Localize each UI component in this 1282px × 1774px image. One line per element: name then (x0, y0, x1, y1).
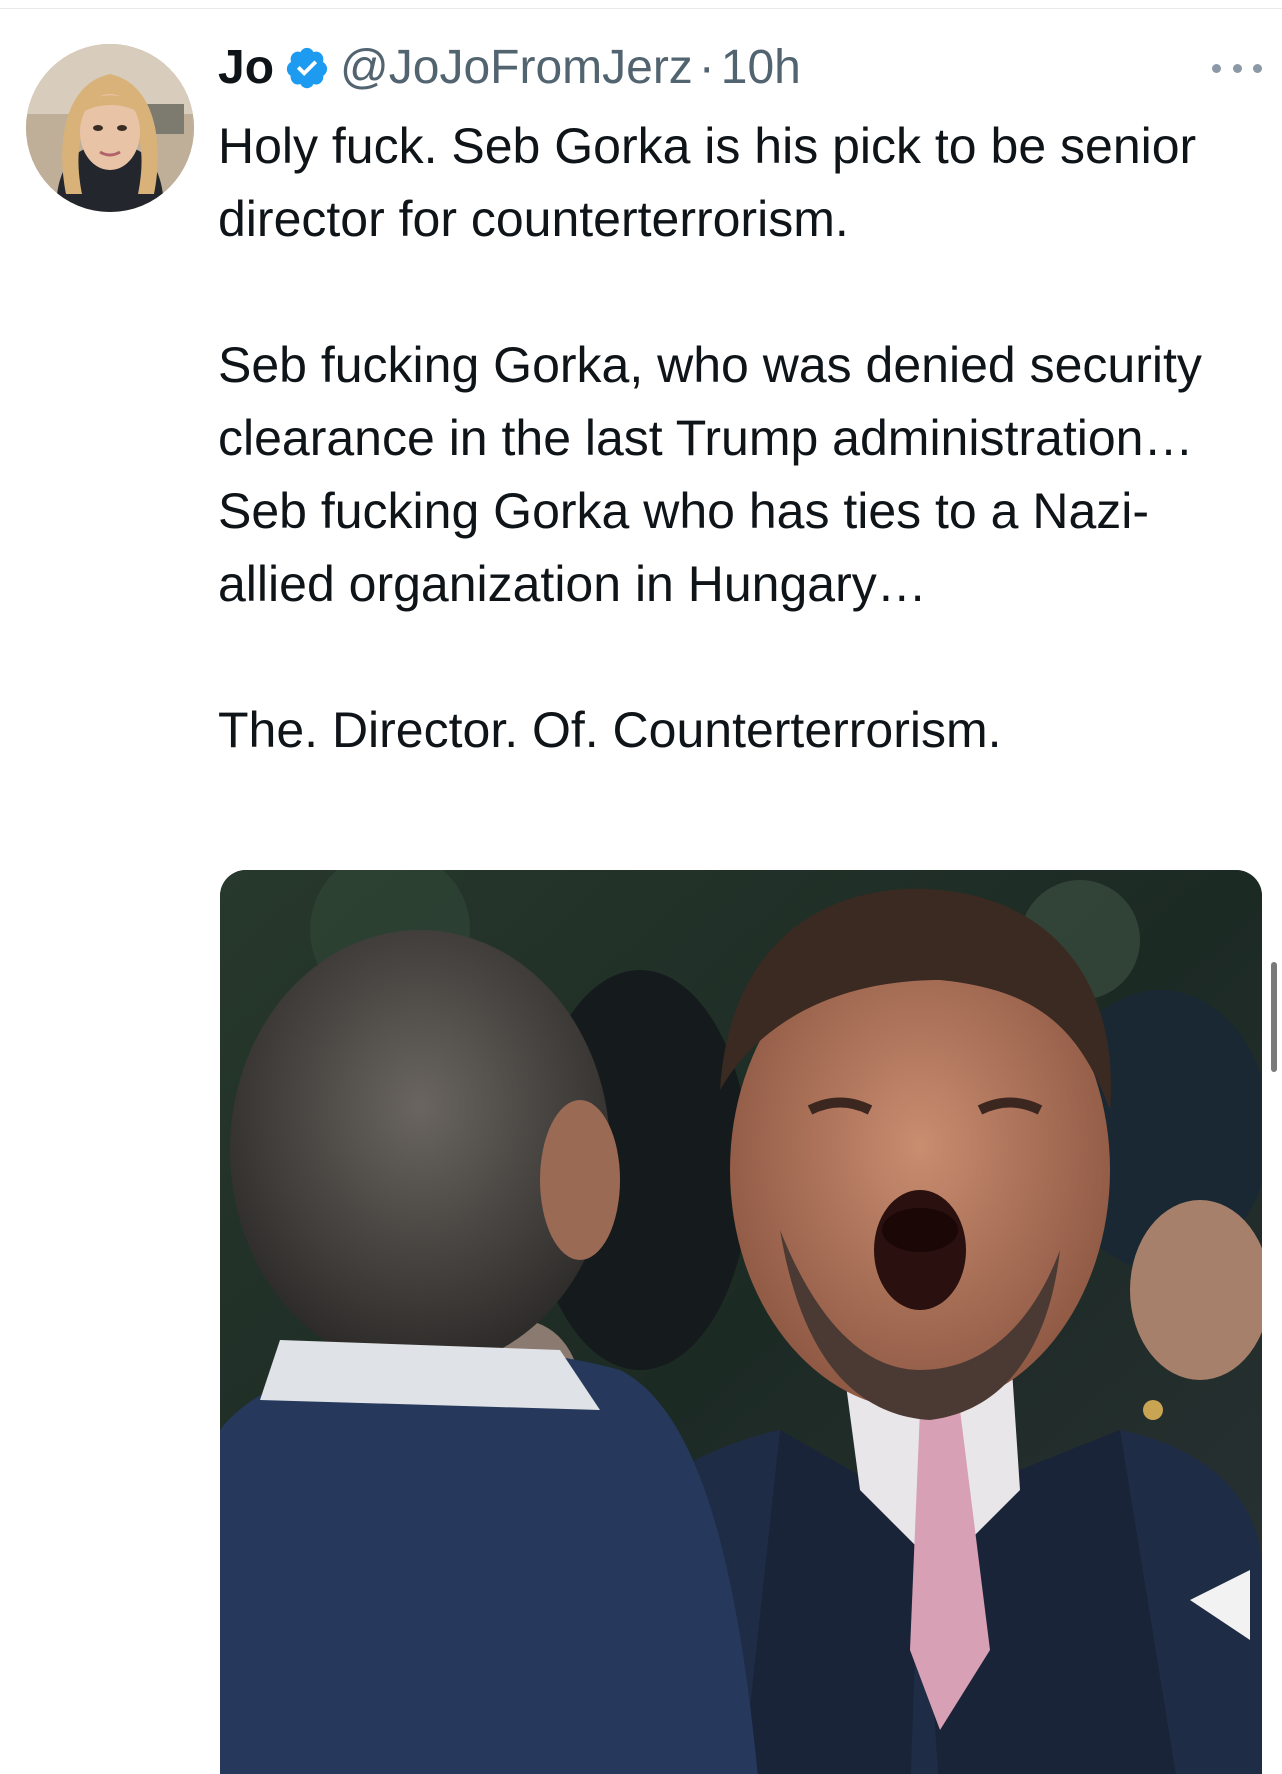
tweet-text: Holy fuck. Seb Gorka is his pick to be s… (218, 110, 1258, 767)
author-avatar[interactable] (26, 44, 194, 212)
top-divider (0, 8, 1282, 9)
more-options-button[interactable] (1212, 48, 1262, 88)
tweet-paragraph: Holy fuck. Seb Gorka is his pick to be s… (218, 118, 1197, 247)
tweet-timestamp[interactable]: 10h (721, 38, 801, 98)
author-handle[interactable]: @JoJoFromJerz (340, 38, 693, 98)
tweet-paragraph: Seb fucking Gorka, who was denied securi… (218, 337, 1202, 612)
tweet-screen: Jo @JoJoFromJerz · 10h Holy fuck. Seb Go… (0, 0, 1282, 1774)
verified-badge-icon (284, 45, 330, 91)
more-dot-icon (1232, 63, 1242, 73)
page-scrollbar[interactable] (1271, 962, 1277, 1072)
author-display-name[interactable]: Jo (218, 38, 274, 98)
more-dot-icon (1253, 63, 1262, 73)
header-separator: · (698, 41, 715, 94)
more-dot-icon (1212, 63, 1221, 73)
media-photo (220, 870, 1262, 1774)
avatar-photo (26, 44, 194, 212)
tweet-header: Jo @JoJoFromJerz · 10h (218, 38, 801, 98)
tweet-media-photo[interactable] (220, 870, 1262, 1774)
tweet-paragraph: The. Director. Of. Counterterrorism. (218, 702, 1002, 758)
